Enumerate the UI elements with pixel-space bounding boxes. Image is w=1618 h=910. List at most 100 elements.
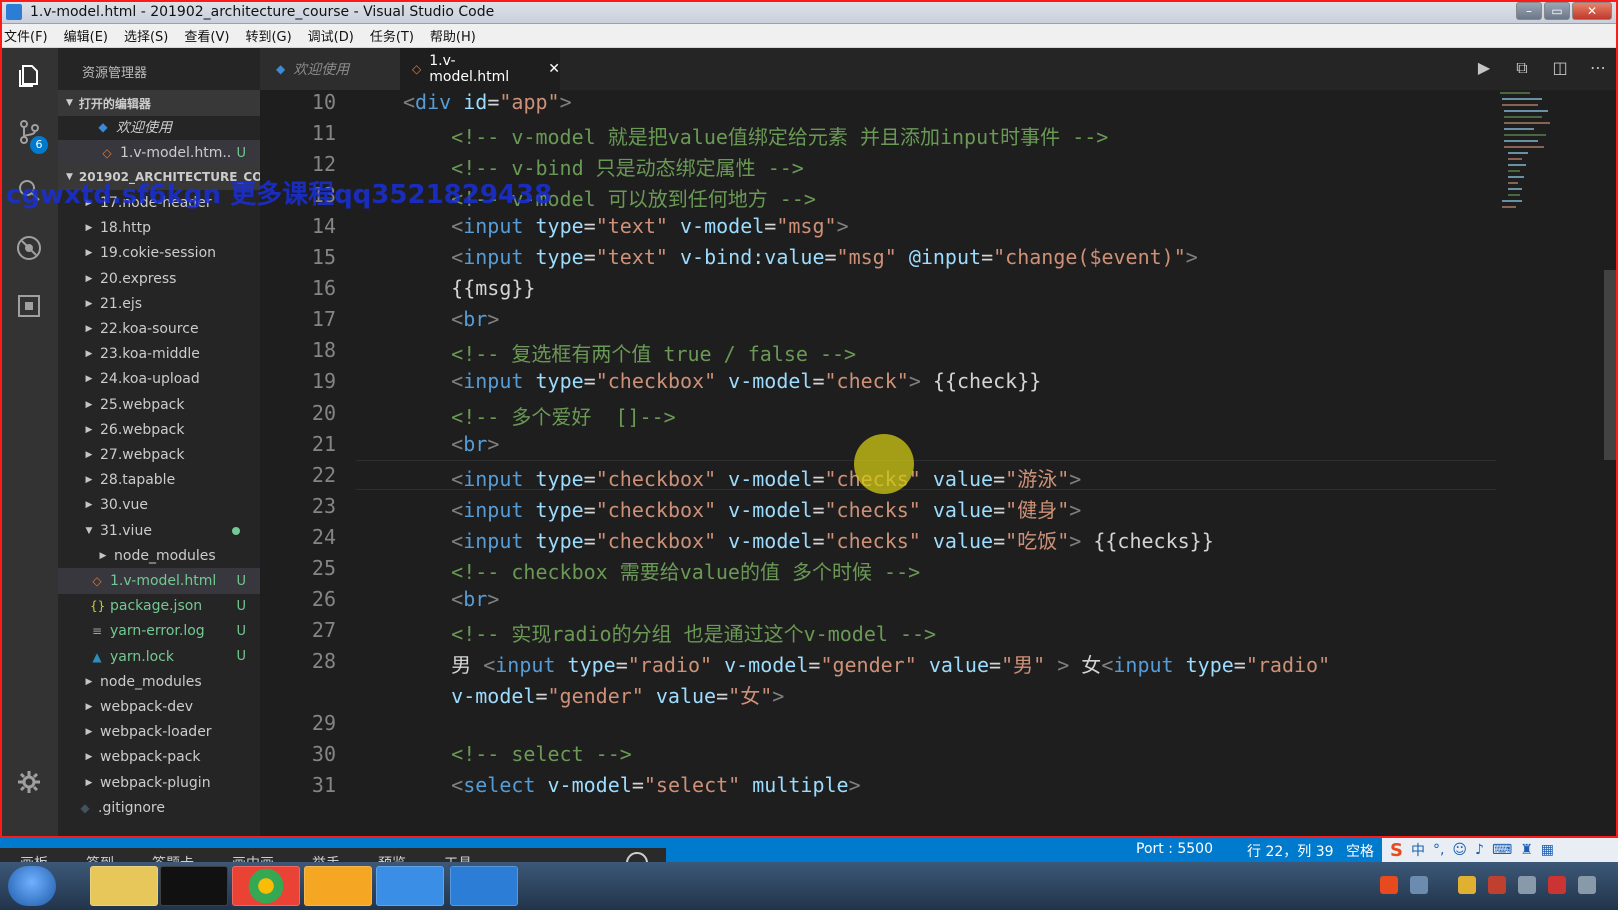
code-line[interactable]: <!-- select --> [403,742,632,766]
file-explorer-icon[interactable] [90,866,158,906]
code-line[interactable]: <input type="text" v-bind:value="msg" @i… [403,245,1198,269]
sogou-ime-logo[interactable]: S [1390,840,1403,861]
live-server-port[interactable]: Port : 5500 [1136,841,1213,857]
menu-edit[interactable]: 编辑(E) [64,26,108,45]
notes-app-icon[interactable] [304,866,372,906]
action-center-icon[interactable] [1578,876,1596,894]
tree-item[interactable]: ≡ yarn-error.log U [58,618,260,644]
skin-icon[interactable]: ♜ [1520,842,1533,858]
tree-item[interactable]: ▶ 23.koa-middle [58,341,260,367]
tree-item[interactable]: ▶ webpack-loader [58,719,260,745]
close-tab-icon[interactable]: ✕ [548,61,560,77]
code-line[interactable]: <br> [403,587,499,611]
tree-item[interactable]: ▶ webpack-plugin [58,770,260,796]
cursor-position[interactable]: 行 22，列 39 [1247,841,1334,861]
tree-item[interactable]: ▶ node_modules [58,669,260,695]
code-line[interactable]: v-model="gender" value="女"> [403,680,784,709]
app-icon[interactable] [376,866,444,906]
vscode-logo-icon [6,3,22,20]
minimap[interactable] [1498,90,1558,250]
tab-v-model-html[interactable]: ◇ 1.v-model.html ✕ [400,48,560,90]
tree-item[interactable]: ▶ 26.webpack [58,417,260,443]
open-editor-item[interactable]: ◇ 1.v-model.htm.. U [58,140,260,166]
code-token: "select" [643,773,741,798]
menu-file[interactable]: 文件(F) [4,26,48,45]
tree-item[interactable]: ◆ .gitignore [58,795,260,821]
vertical-scrollbar[interactable] [1604,270,1618,460]
tree-item[interactable]: ▶ 24.koa-upload [58,366,260,392]
chrome-icon[interactable] [232,866,300,906]
open-editors-header[interactable]: ▼ 打开的编辑器 [58,90,260,116]
tree-item[interactable]: ▶ 22.koa-source [58,316,260,342]
code-line[interactable]: <!-- 实现radio的分组 也是通过这个v-model --> [403,618,936,647]
code-line[interactable]: <br> [403,307,499,331]
punctuation-icon[interactable]: °, [1433,842,1444,858]
network-tray-icon[interactable] [1488,876,1506,894]
code-line[interactable]: <!-- checkbox 需要给value的值 多个时候 --> [403,556,920,585]
open-changes-icon[interactable]: ⧉ [1512,58,1532,78]
tab-welcome[interactable]: ◆ 欢迎使用 [260,48,400,90]
code-line[interactable]: <select v-model="select" multiple> [403,773,860,798]
code-line[interactable]: {{msg}} [403,276,535,300]
code-line[interactable]: <!-- v-model 就是把value值绑定给元素 并且添加input时事件… [403,121,1108,150]
ime-mode[interactable]: 中 [1411,840,1425,860]
tray-icon[interactable] [1410,876,1428,894]
code-line[interactable]: <!-- 复选框有两个值 true / false --> [403,338,856,367]
tree-item[interactable]: ▼ 31.viue [58,518,260,544]
open-editor-item[interactable]: ◆ 欢迎使用 [58,114,260,140]
windows-start-icon[interactable] [8,866,56,906]
keyboard-icon[interactable]: ⌨ [1492,842,1512,858]
toolbox-icon[interactable]: ▦ [1541,842,1554,858]
tree-item[interactable]: ▶ 19.cokie-session [58,240,260,266]
menu-view[interactable]: 查看(V) [184,26,229,45]
tree-item[interactable]: ◇ 1.v-model.html U [58,568,260,594]
code-line[interactable]: 男 <input type="radio" v-model="gender" v… [403,649,1330,678]
tree-item[interactable]: {} package.json U [58,593,260,619]
more-actions-icon[interactable]: ⋯ [1588,58,1608,78]
tree-item[interactable]: ▶ 30.vue [58,492,260,518]
close-window-button[interactable]: ✕ [1572,2,1612,20]
microphone-icon[interactable]: ♪ [1475,842,1484,858]
tree-item[interactable]: ▶ 25.webpack [58,392,260,418]
volume-tray-icon[interactable] [1548,876,1566,894]
terminal-icon[interactable] [160,866,228,906]
emoji-icon[interactable]: ☺ [1452,842,1467,858]
code-token: "游泳" [1005,466,1070,491]
debug-icon[interactable] [15,234,43,262]
sogou-tray-icon[interactable] [1380,876,1398,894]
menu-tasks[interactable]: 任务(T) [370,26,414,45]
monitor-tray-icon[interactable] [1518,876,1536,894]
tree-item[interactable]: ▶ webpack-pack [58,744,260,770]
code-line[interactable]: <input type="checkbox" v-model="check"> … [403,369,1041,393]
code-line[interactable]: <input type="checkbox" v-model="checks" … [403,525,1214,554]
gear-icon[interactable] [15,768,43,796]
code-line[interactable]: <!-- 多个爱好 []--> [403,401,676,430]
tree-item[interactable]: ▶ 20.express [58,266,260,292]
menu-go[interactable]: 转到(G) [245,26,291,45]
code-line[interactable]: <input type="checkbox" v-model="checks" … [403,463,1081,492]
security-tray-icon[interactable] [1458,876,1476,894]
run-icon[interactable]: ▶ [1474,58,1494,78]
split-editor-icon[interactable]: ◫ [1550,58,1570,78]
menu-selection[interactable]: 选择(S) [124,26,168,45]
code-line[interactable]: <div id="app"> [403,90,572,114]
tree-item[interactable]: ▶ 18.http [58,215,260,241]
tree-item[interactable]: ▶ 28.tapable [58,467,260,493]
tree-item[interactable]: ▶ webpack-dev [58,694,260,720]
indentation-setting[interactable]: 空格 [1346,841,1374,861]
maximize-button[interactable]: ▭ [1544,2,1570,20]
extensions-icon[interactable] [15,292,43,320]
menu-debug[interactable]: 调试(D) [308,26,354,45]
vscode-taskbar-icon[interactable] [450,866,518,906]
code-line[interactable]: <input type="checkbox" v-model="checks" … [403,494,1081,523]
menu-help[interactable]: 帮助(H) [430,26,476,45]
code-token: {{msg}} [403,276,536,301]
tree-item[interactable]: ▲ yarn.lock U [58,644,260,670]
tree-item[interactable]: ▶ node_modules [58,543,260,569]
code-line[interactable]: <input type="text" v-model="msg"> [403,214,848,238]
tree-item[interactable]: ▶ 21.ejs [58,291,260,317]
tree-item[interactable]: ▶ 27.webpack [58,442,260,468]
explorer-icon[interactable] [15,62,43,90]
code-line[interactable]: <br> [403,432,499,456]
minimize-button[interactable]: – [1516,2,1542,20]
